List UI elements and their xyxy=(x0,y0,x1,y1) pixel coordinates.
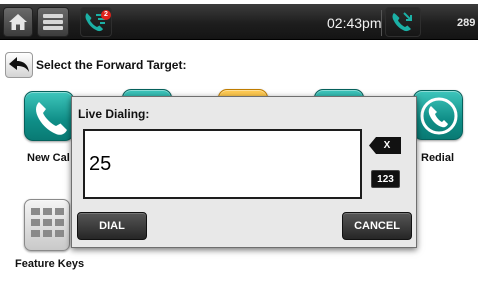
phone-icon xyxy=(392,12,412,32)
home-icon xyxy=(9,14,27,30)
status-bar: 2 02:43pm 289 xyxy=(0,4,478,40)
notification-badge: 2 xyxy=(101,10,111,20)
feature-keys-tile[interactable] xyxy=(24,199,70,251)
redial-tile[interactable] xyxy=(413,90,463,140)
clock: 02:43pm xyxy=(327,15,382,31)
phone-icon xyxy=(36,102,67,135)
dialog-title: Live Dialing: xyxy=(78,107,150,121)
cancel-button[interactable]: CANCEL xyxy=(342,212,412,240)
extension-number: 289 xyxy=(457,17,476,29)
status-divider xyxy=(381,10,382,36)
backspace-button[interactable]: X xyxy=(369,137,401,154)
list-icon xyxy=(43,14,63,30)
redial-label: Redial xyxy=(421,152,455,164)
keypad-grid-icon xyxy=(31,208,64,237)
menu-button[interactable] xyxy=(37,7,69,37)
page-title: Select the Forward Target: xyxy=(36,58,187,72)
live-dialing-dialog: Live Dialing: X 123 DIAL CANCEL xyxy=(71,96,417,248)
new-call-tile[interactable] xyxy=(24,91,74,141)
new-call-label: New Cal xyxy=(27,152,70,164)
call-status-button[interactable] xyxy=(385,7,421,37)
feature-keys-label: Feature Keys xyxy=(15,258,85,270)
home-button[interactable] xyxy=(3,7,33,37)
back-arrow-icon xyxy=(9,57,29,72)
dial-number-input[interactable] xyxy=(83,129,362,199)
dial-button[interactable]: DIAL xyxy=(77,212,147,240)
input-mode-button[interactable]: 123 xyxy=(371,170,400,188)
redial-icon xyxy=(420,97,458,135)
back-button[interactable] xyxy=(5,52,33,78)
